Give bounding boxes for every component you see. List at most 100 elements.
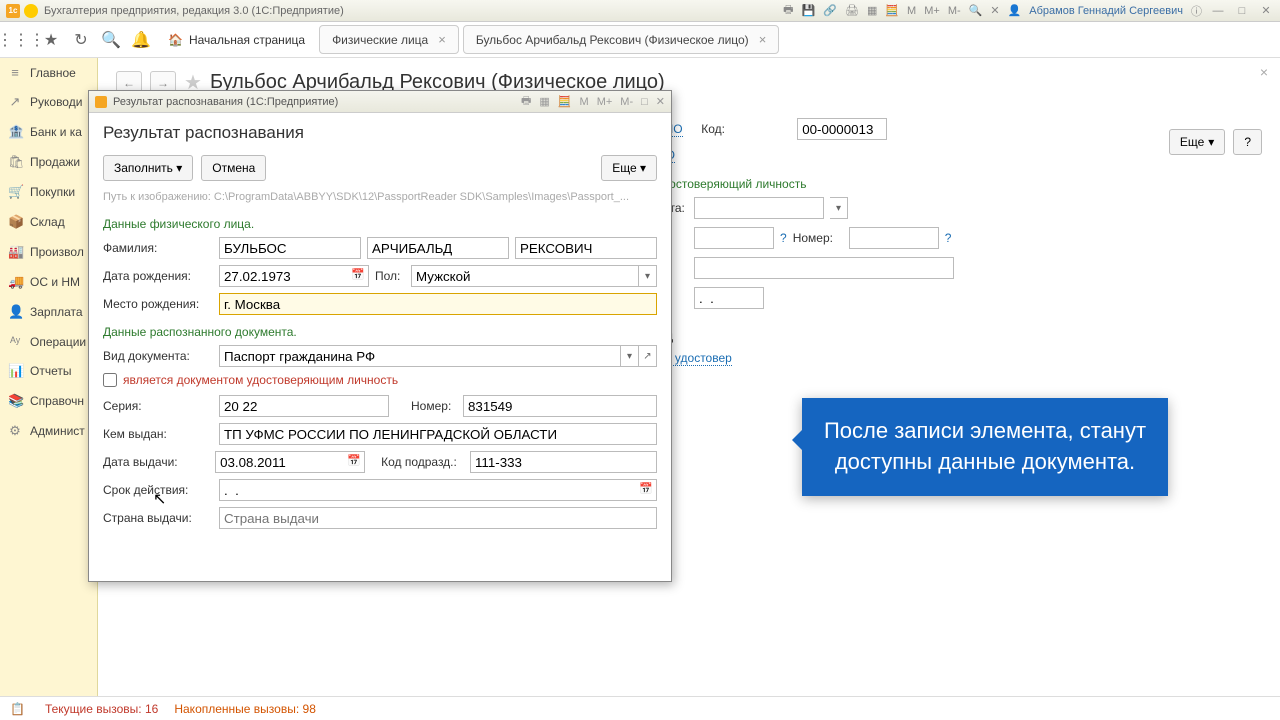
series-input[interactable] xyxy=(219,395,389,417)
issue-date-input[interactable] xyxy=(694,287,764,309)
help-icon[interactable]: ? xyxy=(945,231,952,245)
sidebar-item-main[interactable]: ≡Главное xyxy=(0,58,97,87)
pob-input[interactable] xyxy=(219,293,657,315)
sidebar-item-salary[interactable]: 👤Зарплата xyxy=(0,297,97,327)
dept-code-input[interactable] xyxy=(470,451,657,473)
fill-label: Заполнить xyxy=(114,161,173,175)
info-icon[interactable]: ⓘ xyxy=(1191,3,1202,19)
search-icon[interactable]: 🔍 xyxy=(98,27,124,53)
link-icon[interactable]: 🔗 xyxy=(823,4,837,17)
cancel-button[interactable]: Отмена xyxy=(201,155,266,181)
surname-input[interactable] xyxy=(219,237,361,259)
print-icon[interactable]: 🖶 xyxy=(783,1,793,20)
path-value: C:\ProgramData\ABBYY\SDK\12\PassportRead… xyxy=(214,191,629,203)
chart-icon: 📊 xyxy=(8,363,22,379)
chevron-down-icon[interactable]: ▾ xyxy=(621,345,639,367)
maximize-icon[interactable]: □ xyxy=(641,96,648,108)
sidebar-item-sales[interactable]: 🛍Продажи xyxy=(0,147,97,177)
dropdown-icon[interactable] xyxy=(24,4,38,18)
tab-person-detail[interactable]: Бульбос Арчибальд Рексович (Физическое л… xyxy=(463,25,779,54)
issue-date-input[interactable] xyxy=(215,451,365,473)
tab-close-icon[interactable]: × xyxy=(438,32,446,47)
more-label: Еще xyxy=(612,161,636,175)
sidebar-item-operations[interactable]: ᴬʸОперации xyxy=(0,327,97,356)
series-input[interactable] xyxy=(694,227,774,249)
country-input[interactable] xyxy=(219,507,657,529)
sidebar-item-purchases[interactable]: 🛒Покупки xyxy=(0,177,97,207)
dob-input[interactable] xyxy=(219,265,369,287)
maximize-icon[interactable]: □ xyxy=(1234,5,1250,17)
fill-button[interactable]: Заполнить ▾ xyxy=(103,155,193,181)
issued-input[interactable] xyxy=(694,257,954,279)
code-input[interactable] xyxy=(797,118,887,140)
star-icon[interactable]: ★ xyxy=(38,27,64,53)
books-icon: 📚 xyxy=(8,393,22,409)
calendar-icon[interactable]: 📅 xyxy=(347,454,361,467)
table-icon[interactable]: ▦ xyxy=(539,95,549,108)
series-label: Серия: xyxy=(103,399,213,413)
sidebar-label: Главное xyxy=(30,66,76,80)
calc-icon[interactable]: 🧮 xyxy=(558,95,572,108)
more-button[interactable]: Еще ▾ xyxy=(601,155,657,181)
tab-physical-persons[interactable]: Физические лица × xyxy=(319,25,459,54)
sidebar-item-catalogs[interactable]: 📚Справочн xyxy=(0,386,97,416)
window-close-icon[interactable]: ✕ xyxy=(1258,4,1274,17)
m-minus-icon[interactable]: M- xyxy=(620,96,633,108)
identity-checkbox[interactable] xyxy=(103,373,117,387)
issued-label: Кем выдан: xyxy=(103,427,213,441)
save-icon[interactable]: 💾 xyxy=(802,4,816,17)
dialog-close-icon[interactable]: ✕ xyxy=(656,95,665,108)
sidebar-label: Руководи xyxy=(30,95,82,109)
doctype-input[interactable] xyxy=(694,197,824,219)
tab-close-icon[interactable]: × xyxy=(759,32,767,47)
issued-input[interactable] xyxy=(219,423,657,445)
content-close-icon[interactable]: × xyxy=(1260,64,1268,80)
status-current-val: 16 xyxy=(145,702,158,716)
sidebar-item-admin[interactable]: ⚙Админист xyxy=(0,416,97,446)
m-minus-icon[interactable]: M- xyxy=(948,5,961,17)
status-acc-label: Накопленные вызовы: xyxy=(174,702,299,716)
sidebar-item-warehouse[interactable]: 📦Склад xyxy=(0,207,97,237)
sidebar-item-bank[interactable]: 🏦Банк и ка xyxy=(0,117,97,147)
name-input[interactable] xyxy=(367,237,509,259)
m-icon[interactable]: M xyxy=(580,96,589,108)
history-icon[interactable]: ↻ xyxy=(68,27,94,53)
number-input[interactable] xyxy=(849,227,939,249)
close-icon[interactable]: ✕ xyxy=(990,4,999,17)
sidebar-item-reports[interactable]: 📊Отчеты xyxy=(0,356,97,386)
sex-input[interactable] xyxy=(411,265,639,287)
open-icon[interactable]: ↗ xyxy=(639,345,657,367)
bell-icon[interactable]: 🔔 xyxy=(128,27,154,53)
right-form: Изменить ФИО Код: История ФИО Документ, … xyxy=(598,118,1260,374)
help-icon[interactable]: ? xyxy=(780,231,787,245)
number-input[interactable] xyxy=(463,395,657,417)
calendar-icon[interactable]: 📅 xyxy=(351,268,365,281)
chevron-down-icon[interactable]: ▾ xyxy=(639,265,657,287)
sidebar-item-manager[interactable]: ↗Руководи xyxy=(0,87,97,117)
doctype-input[interactable] xyxy=(219,345,621,367)
sidebar-item-production[interactable]: 🏭Произвол xyxy=(0,237,97,267)
sidebar-item-assets[interactable]: 🚚ОС и НМ xyxy=(0,267,97,297)
search-icon[interactable]: 🔍 xyxy=(969,4,983,17)
print-icon[interactable]: 🖶 xyxy=(521,92,531,111)
m-icon[interactable]: M xyxy=(907,5,916,17)
minimize-icon[interactable]: — xyxy=(1210,5,1226,17)
calendar-icon[interactable]: 📅 xyxy=(639,482,653,495)
m-plus-icon[interactable]: M+ xyxy=(924,5,940,17)
calc-icon[interactable]: 🧮 xyxy=(885,4,899,17)
status-icon: 📋 xyxy=(10,702,25,716)
table-icon[interactable]: ▦ xyxy=(867,4,877,17)
sidebar-label: Операции xyxy=(30,335,86,349)
issue-date-label: Дата выдачи: xyxy=(103,455,209,469)
doctype-dropdown-icon[interactable]: ▾ xyxy=(830,197,848,219)
home-tab[interactable]: 🏠 Начальная страница xyxy=(158,27,315,53)
dialog-titlebar: Результат распознавания (1С:Предприятие)… xyxy=(89,91,671,113)
validity-input[interactable] xyxy=(219,479,657,501)
app-titlebar: 1c Бухгалтерия предприятия, редакция 3.0… xyxy=(0,0,1280,22)
printer-icon[interactable]: 🖨 xyxy=(845,4,859,17)
m-plus-icon[interactable]: M+ xyxy=(597,96,613,108)
patronymic-input[interactable] xyxy=(515,237,657,259)
apps-icon[interactable]: ⋮⋮⋮ xyxy=(8,27,34,53)
username[interactable]: Абрамов Геннадий Сергеевич xyxy=(1029,5,1183,17)
person-icon: 👤 xyxy=(8,304,22,320)
